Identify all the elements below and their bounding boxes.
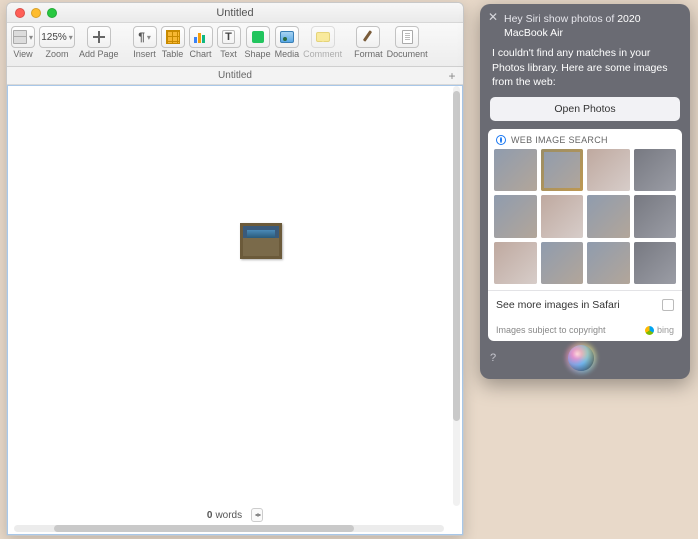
siri-query-text: Hey Siri show photos of 2020 MacBook Air — [480, 4, 690, 46]
see-more-label: See more images in Safari — [496, 299, 620, 311]
view-button[interactable]: ▾ — [11, 26, 35, 48]
paragraph-icon: ¶ — [138, 30, 145, 44]
word-count-status[interactable]: 0 words — [8, 506, 462, 524]
plus-icon — [92, 30, 106, 44]
image-result[interactable] — [587, 242, 630, 285]
inserted-image-macbook[interactable] — [240, 223, 282, 259]
minimize-window-button[interactable] — [31, 8, 41, 18]
shape-label: Shape — [245, 49, 271, 59]
view-label: View — [13, 49, 32, 59]
horizontal-scrollbar[interactable] — [14, 525, 444, 532]
image-results-grid — [488, 149, 682, 291]
bing-attribution: bing — [645, 325, 674, 335]
format-button[interactable] — [356, 26, 380, 48]
word-count-label: words — [215, 510, 242, 521]
table-label: Table — [162, 49, 184, 59]
chart-label: Chart — [190, 49, 212, 59]
document-label: Document — [387, 49, 428, 59]
image-result[interactable] — [494, 242, 537, 285]
document-tab-bar: Untitled + — [7, 67, 463, 85]
safari-icon — [662, 299, 674, 311]
media-label: Media — [275, 49, 300, 59]
image-result[interactable] — [494, 149, 537, 192]
document-canvas[interactable]: 0 words — [7, 85, 463, 535]
shape-button[interactable] — [246, 26, 270, 48]
window-title: Untitled — [7, 7, 463, 19]
pages-app-window: Untitled ▾ View 125%▾ Zoom Add Page ¶▾ I… — [6, 2, 464, 536]
web-search-header: WEB IMAGE SEARCH — [488, 129, 682, 149]
siri-footer: ? — [480, 341, 690, 373]
siri-query-prefix: Hey Siri show photos of — [504, 13, 617, 25]
toolbar: ▾ View 125%▾ Zoom Add Page ¶▾ Insert Tab… — [7, 23, 463, 67]
comment-button[interactable] — [311, 26, 335, 48]
word-count-value: 0 — [207, 510, 213, 521]
vertical-scrollbar[interactable] — [453, 86, 460, 506]
bing-icon — [645, 326, 654, 335]
siri-orb-icon[interactable] — [568, 345, 594, 371]
image-result[interactable] — [634, 149, 677, 192]
format-label: Format — [354, 49, 383, 59]
close-icon[interactable]: ✕ — [488, 10, 498, 24]
text-label: Text — [220, 49, 237, 59]
bing-label: bing — [657, 325, 674, 335]
image-result[interactable] — [494, 195, 537, 238]
add-page-label: Add Page — [79, 49, 119, 59]
copyright-text: Images subject to copyright — [496, 325, 606, 335]
image-copyright-row: Images subject to copyright bing — [488, 319, 682, 341]
shape-icon — [252, 31, 264, 43]
web-search-header-label: WEB IMAGE SEARCH — [511, 135, 608, 145]
chart-icon — [194, 31, 208, 43]
image-result[interactable] — [587, 149, 630, 192]
image-result[interactable] — [541, 242, 584, 285]
open-photos-button[interactable]: Open Photos — [490, 97, 680, 121]
comment-icon — [316, 32, 330, 42]
add-page-button[interactable] — [87, 26, 111, 48]
zoom-label: Zoom — [45, 49, 68, 59]
fullscreen-window-button[interactable] — [47, 8, 57, 18]
page[interactable] — [10, 88, 450, 506]
media-icon — [280, 31, 294, 43]
word-count-stepper-icon[interactable] — [251, 508, 263, 522]
help-icon[interactable]: ? — [490, 352, 496, 364]
document-button[interactable] — [395, 26, 419, 48]
insert-button[interactable]: ¶▾ — [133, 26, 157, 48]
document-tab[interactable]: Untitled — [7, 70, 463, 81]
table-button[interactable] — [161, 26, 185, 48]
chart-button[interactable] — [189, 26, 213, 48]
image-result[interactable] — [634, 242, 677, 285]
zoom-value: 125% — [41, 32, 67, 43]
view-icon — [13, 30, 27, 44]
globe-icon — [496, 135, 506, 145]
window-titlebar[interactable]: Untitled — [7, 3, 463, 23]
zoom-dropdown[interactable]: 125%▾ — [39, 26, 75, 48]
document-icon — [402, 30, 413, 44]
brush-icon — [361, 30, 375, 44]
image-result[interactable] — [634, 195, 677, 238]
table-icon — [166, 30, 180, 44]
media-button[interactable] — [275, 26, 299, 48]
web-image-search-card: WEB IMAGE SEARCH See more images in Safa… — [488, 129, 682, 342]
image-result[interactable] — [541, 195, 584, 238]
siri-response-message: I couldn't find any matches in your Phot… — [480, 46, 690, 97]
image-result-selected[interactable] — [541, 149, 584, 192]
new-tab-button[interactable]: + — [445, 69, 459, 83]
text-icon: T — [222, 30, 235, 44]
close-window-button[interactable] — [15, 8, 25, 18]
insert-label: Insert — [133, 49, 156, 59]
see-more-in-safari[interactable]: See more images in Safari — [488, 290, 682, 319]
comment-label: Comment — [303, 49, 342, 59]
image-result[interactable] — [587, 195, 630, 238]
siri-results-panel: ✕ Hey Siri show photos of 2020 MacBook A… — [480, 4, 690, 379]
text-button[interactable]: T — [217, 26, 241, 48]
